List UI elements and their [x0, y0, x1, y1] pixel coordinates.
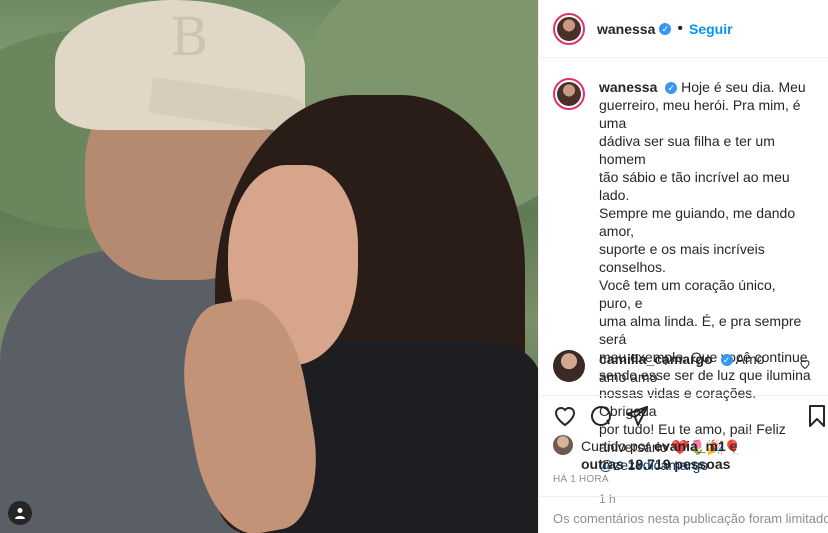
- likes-suffix: e: [729, 438, 738, 454]
- caption-line: dádiva ser sua filha e ter um homem: [599, 133, 775, 167]
- comment-icon: [591, 406, 612, 427]
- caption-line: tão sábio e tão incrível ao meu lado.: [599, 169, 790, 203]
- comment-like-heart-icon[interactable]: [799, 358, 811, 370]
- verified-badge-icon: ✓: [659, 22, 672, 35]
- caption-line: Você tem um coração único, puro, e: [599, 277, 776, 311]
- author-username[interactable]: wanessa: [597, 21, 655, 37]
- comments-limited-notice: Os comentários nesta publicação foram li…: [539, 496, 828, 533]
- caption-username[interactable]: wanessa: [599, 79, 657, 95]
- caption-line: uma alma linda. É, e pra sempre será: [599, 313, 802, 347]
- caption-author-avatar[interactable]: [553, 78, 585, 110]
- commenter-avatar[interactable]: [553, 350, 585, 382]
- tagged-users-button[interactable]: [8, 501, 32, 525]
- post-header: wanessa ✓ • Seguir: [539, 0, 828, 58]
- share-icon: [626, 406, 648, 426]
- share-button[interactable]: [625, 404, 649, 428]
- caption-line: Hoje é seu dia. Meu: [681, 79, 806, 95]
- bookmark-icon: [809, 405, 825, 427]
- comment-button[interactable]: [589, 404, 613, 428]
- post-panel: wanessa ✓ • Seguir wanessa ✓ Hoje é seu …: [538, 0, 828, 533]
- action-bar: [539, 395, 828, 437]
- commenter-username[interactable]: camilla_camargo: [599, 351, 713, 367]
- caption-line: guerreiro, meu herói. Pra mim, é uma: [599, 97, 801, 131]
- liker-username[interactable]: evania_m1: [654, 438, 726, 454]
- post-photo[interactable]: B: [0, 0, 538, 533]
- save-button[interactable]: [805, 404, 828, 428]
- caption-line: Sempre me guiando, me dando amor,: [599, 205, 796, 239]
- verified-badge-icon: ✓: [665, 82, 678, 95]
- cap-logo: B: [170, 8, 209, 68]
- comment-row: camilla_camargo ✓ Amo amo amo: [553, 350, 815, 386]
- caption-line: suporte e os mais incríveis conselhos.: [599, 241, 765, 275]
- likes-others-link[interactable]: outras 19.719 pessoas: [581, 456, 730, 472]
- verified-badge-icon: ✓: [720, 354, 733, 367]
- separator-dot: •: [677, 19, 683, 37]
- author-avatar[interactable]: [553, 12, 585, 45]
- liker-avatar[interactable]: [553, 435, 573, 455]
- heart-icon: [554, 407, 576, 427]
- post-timestamp[interactable]: HÁ 1 HORA: [553, 474, 609, 485]
- comment-text: camilla_camargo ✓ Amo amo amo: [599, 350, 789, 386]
- person-icon: [15, 508, 25, 519]
- likes-summary: Curtido por evania_m1 e outras 19.719 pe…: [553, 435, 738, 473]
- like-button[interactable]: [553, 404, 577, 428]
- likes-prefix: Curtido por: [581, 438, 651, 454]
- follow-button[interactable]: Seguir: [689, 21, 733, 37]
